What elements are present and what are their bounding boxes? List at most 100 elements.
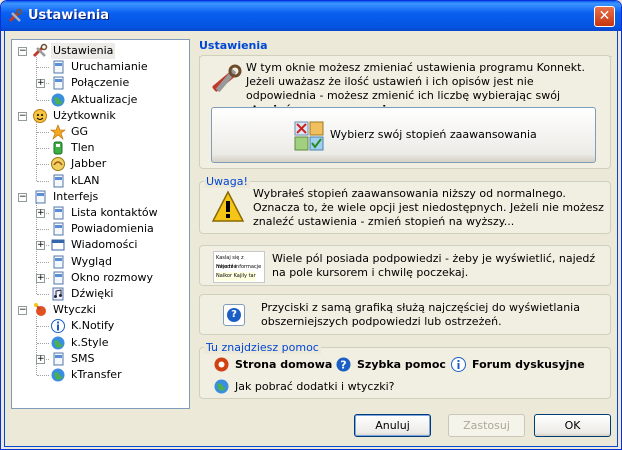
page-icon	[53, 352, 64, 366]
choose-level-label: Wybierz swój stopień zaawansowania	[330, 128, 537, 141]
tree-item-powiadomienia[interactable]: Powiadomienia	[12, 221, 189, 237]
tree-item-wtyczki[interactable]: − Wtyczki	[12, 302, 189, 318]
page-icon	[53, 174, 64, 188]
quick-help-icon: ?	[336, 357, 351, 372]
tree-connector	[37, 180, 49, 182]
window-title: Ustawienia	[28, 8, 110, 23]
tree-item-label: Wtyczki	[53, 303, 96, 317]
svg-text:?: ?	[340, 359, 346, 372]
tree-item-label: kLAN	[71, 173, 100, 187]
tree-item-k-notify[interactable]: K.Notify	[12, 318, 189, 334]
intro-text-main: W tym oknie możesz zmieniać ustawienia p…	[246, 61, 585, 102]
expand-toggle[interactable]: +	[36, 209, 45, 218]
tree-item-label: Interfejs	[53, 189, 99, 203]
title-bar[interactable]: Ustawienia ✕	[1, 1, 621, 31]
tree-item-label: Dźwięki	[71, 287, 114, 300]
help-links-group: Tu znajdziesz pomoc Strona domowa ? Szyb…	[199, 341, 611, 399]
tools-icon	[8, 8, 23, 23]
warning-title: Uwaga!	[204, 175, 250, 188]
tree-item-label: Wygląd	[71, 254, 112, 268]
addons-globe-icon	[214, 379, 229, 394]
collapse-toggle[interactable]: −	[18, 47, 27, 56]
page-icon	[53, 271, 64, 285]
tooltip-text: Wiele pól posiada podpowiedzi - żeby je …	[272, 252, 596, 279]
page-icon	[35, 190, 46, 204]
warning-icon	[211, 190, 245, 222]
tree-item-okno-rozmowy[interactable]: + Okno rozmowy	[12, 270, 189, 286]
page-icon	[53, 60, 64, 74]
tree-item-jabber[interactable]: Jabber	[12, 156, 189, 172]
help-icon: ?	[227, 308, 241, 322]
tree-item-label: K.Notify	[71, 319, 115, 333]
tlen-icon	[53, 141, 63, 155]
tree-connector	[37, 164, 49, 166]
tree-item-label: SMS	[71, 351, 95, 365]
close-button[interactable]: ✕	[594, 6, 615, 27]
collapse-toggle[interactable]: −	[18, 306, 27, 316]
expand-toggle[interactable]: +	[36, 354, 45, 364]
tools-icon	[212, 64, 242, 93]
help-sample-button[interactable]: ?	[223, 304, 245, 326]
help-buttons-text: Przyciski z samą grafiką służą najczęści…	[261, 301, 580, 328]
link-home-page[interactable]: Strona domowa	[235, 358, 332, 371]
tree-item-wygląd[interactable]: Wygląd	[12, 254, 189, 270]
tree-item-label: Aktualizacje	[71, 92, 138, 106]
tree-item-label: Wiadomości	[71, 238, 138, 252]
tree-item-dźwięki[interactable]: Dźwięki	[12, 286, 189, 302]
tree-item-label: GG	[71, 125, 89, 138]
cancel-button[interactable]: Anuluj	[354, 414, 431, 437]
tree-item-label: Ustawienia	[51, 43, 116, 59]
expand-toggle[interactable]: +	[36, 241, 45, 251]
tree-connector	[37, 132, 49, 133]
page-icon	[53, 255, 64, 269]
page-icon	[53, 222, 64, 236]
globe-icon	[51, 368, 65, 382]
link-forum[interactable]: Forum dyskusyjne	[472, 358, 585, 371]
tree-item-ktransfer[interactable]: kTransfer	[12, 367, 189, 383]
tree-item-label: Tlen	[71, 141, 95, 155]
tree-connector	[37, 67, 49, 69]
tree-item-wiadomości[interactable]: + Wiadomości	[12, 237, 189, 253]
tree-item-label: k.Style	[71, 335, 109, 349]
tree-item-tlen[interactable]: Tlen	[12, 140, 189, 156]
collapse-toggle[interactable]: −	[18, 111, 27, 121]
ok-button[interactable]: OK	[534, 414, 611, 437]
tree-connector	[37, 326, 49, 328]
tree-item-gg[interactable]: GG	[12, 124, 189, 140]
tree-item-klan[interactable]: kLAN	[12, 173, 189, 189]
tree-item-label: Lista kontaktów	[71, 206, 158, 219]
tree-connector	[37, 99, 49, 101]
tree-item-k-style[interactable]: k.Style	[12, 335, 189, 351]
help-links-title: Tu znajdziesz pomoc	[204, 341, 321, 354]
tree-item-użytkownik[interactable]: − Użytkownik	[12, 108, 189, 124]
page-icon	[53, 206, 64, 220]
jabber-icon	[51, 157, 65, 172]
tree-item-aktualizacje[interactable]: Aktualizacje	[12, 92, 189, 108]
tree-item-ustawienia[interactable]: − Ustawienia	[12, 43, 189, 59]
expand-toggle[interactable]: +	[36, 79, 45, 89]
tree-item-połączenie[interactable]: + Połączenie	[12, 75, 189, 91]
settings-tree[interactable]: − Ustawienia Uruchamianie + Połączenie Aktual…	[11, 39, 190, 409]
tree-connector	[37, 229, 49, 231]
warning-text: Wybrałeś stopień zaawansowania niższy od…	[253, 187, 604, 228]
globe-icon	[51, 336, 65, 350]
link-quick-help[interactable]: Szybka pomoc	[357, 358, 446, 371]
apply-button[interactable]: Zastosuj	[448, 414, 525, 437]
tree-item-label: Okno rozmowy	[71, 270, 153, 284]
tooltip-group: Kaslaj się z mhomie Najedź informacje Na…	[199, 245, 611, 286]
tree-item-label: Połączenie	[71, 76, 130, 90]
home-page-icon	[214, 357, 229, 372]
tree-item-sms[interactable]: + SMS	[12, 351, 189, 367]
tree-connector	[37, 342, 49, 344]
plugin-icon	[34, 303, 46, 317]
tree-item-interfejs[interactable]: − Interfejs	[12, 189, 189, 205]
tree-item-lista-kontaktów[interactable]: + Lista kontaktów	[12, 205, 189, 221]
collapse-toggle[interactable]: −	[18, 192, 27, 202]
window-icon	[51, 239, 65, 251]
link-addons[interactable]: Jak pobrać dodatki i wtyczki?	[235, 380, 394, 393]
choose-level-button[interactable]: Wybierz swój stopień zaawansowania	[211, 107, 596, 163]
tools-icon	[32, 43, 48, 58]
tree-item-uruchamianie[interactable]: Uruchamianie	[12, 59, 189, 75]
expand-toggle[interactable]: +	[36, 273, 45, 283]
tree-item-label: kTransfer	[71, 368, 122, 381]
